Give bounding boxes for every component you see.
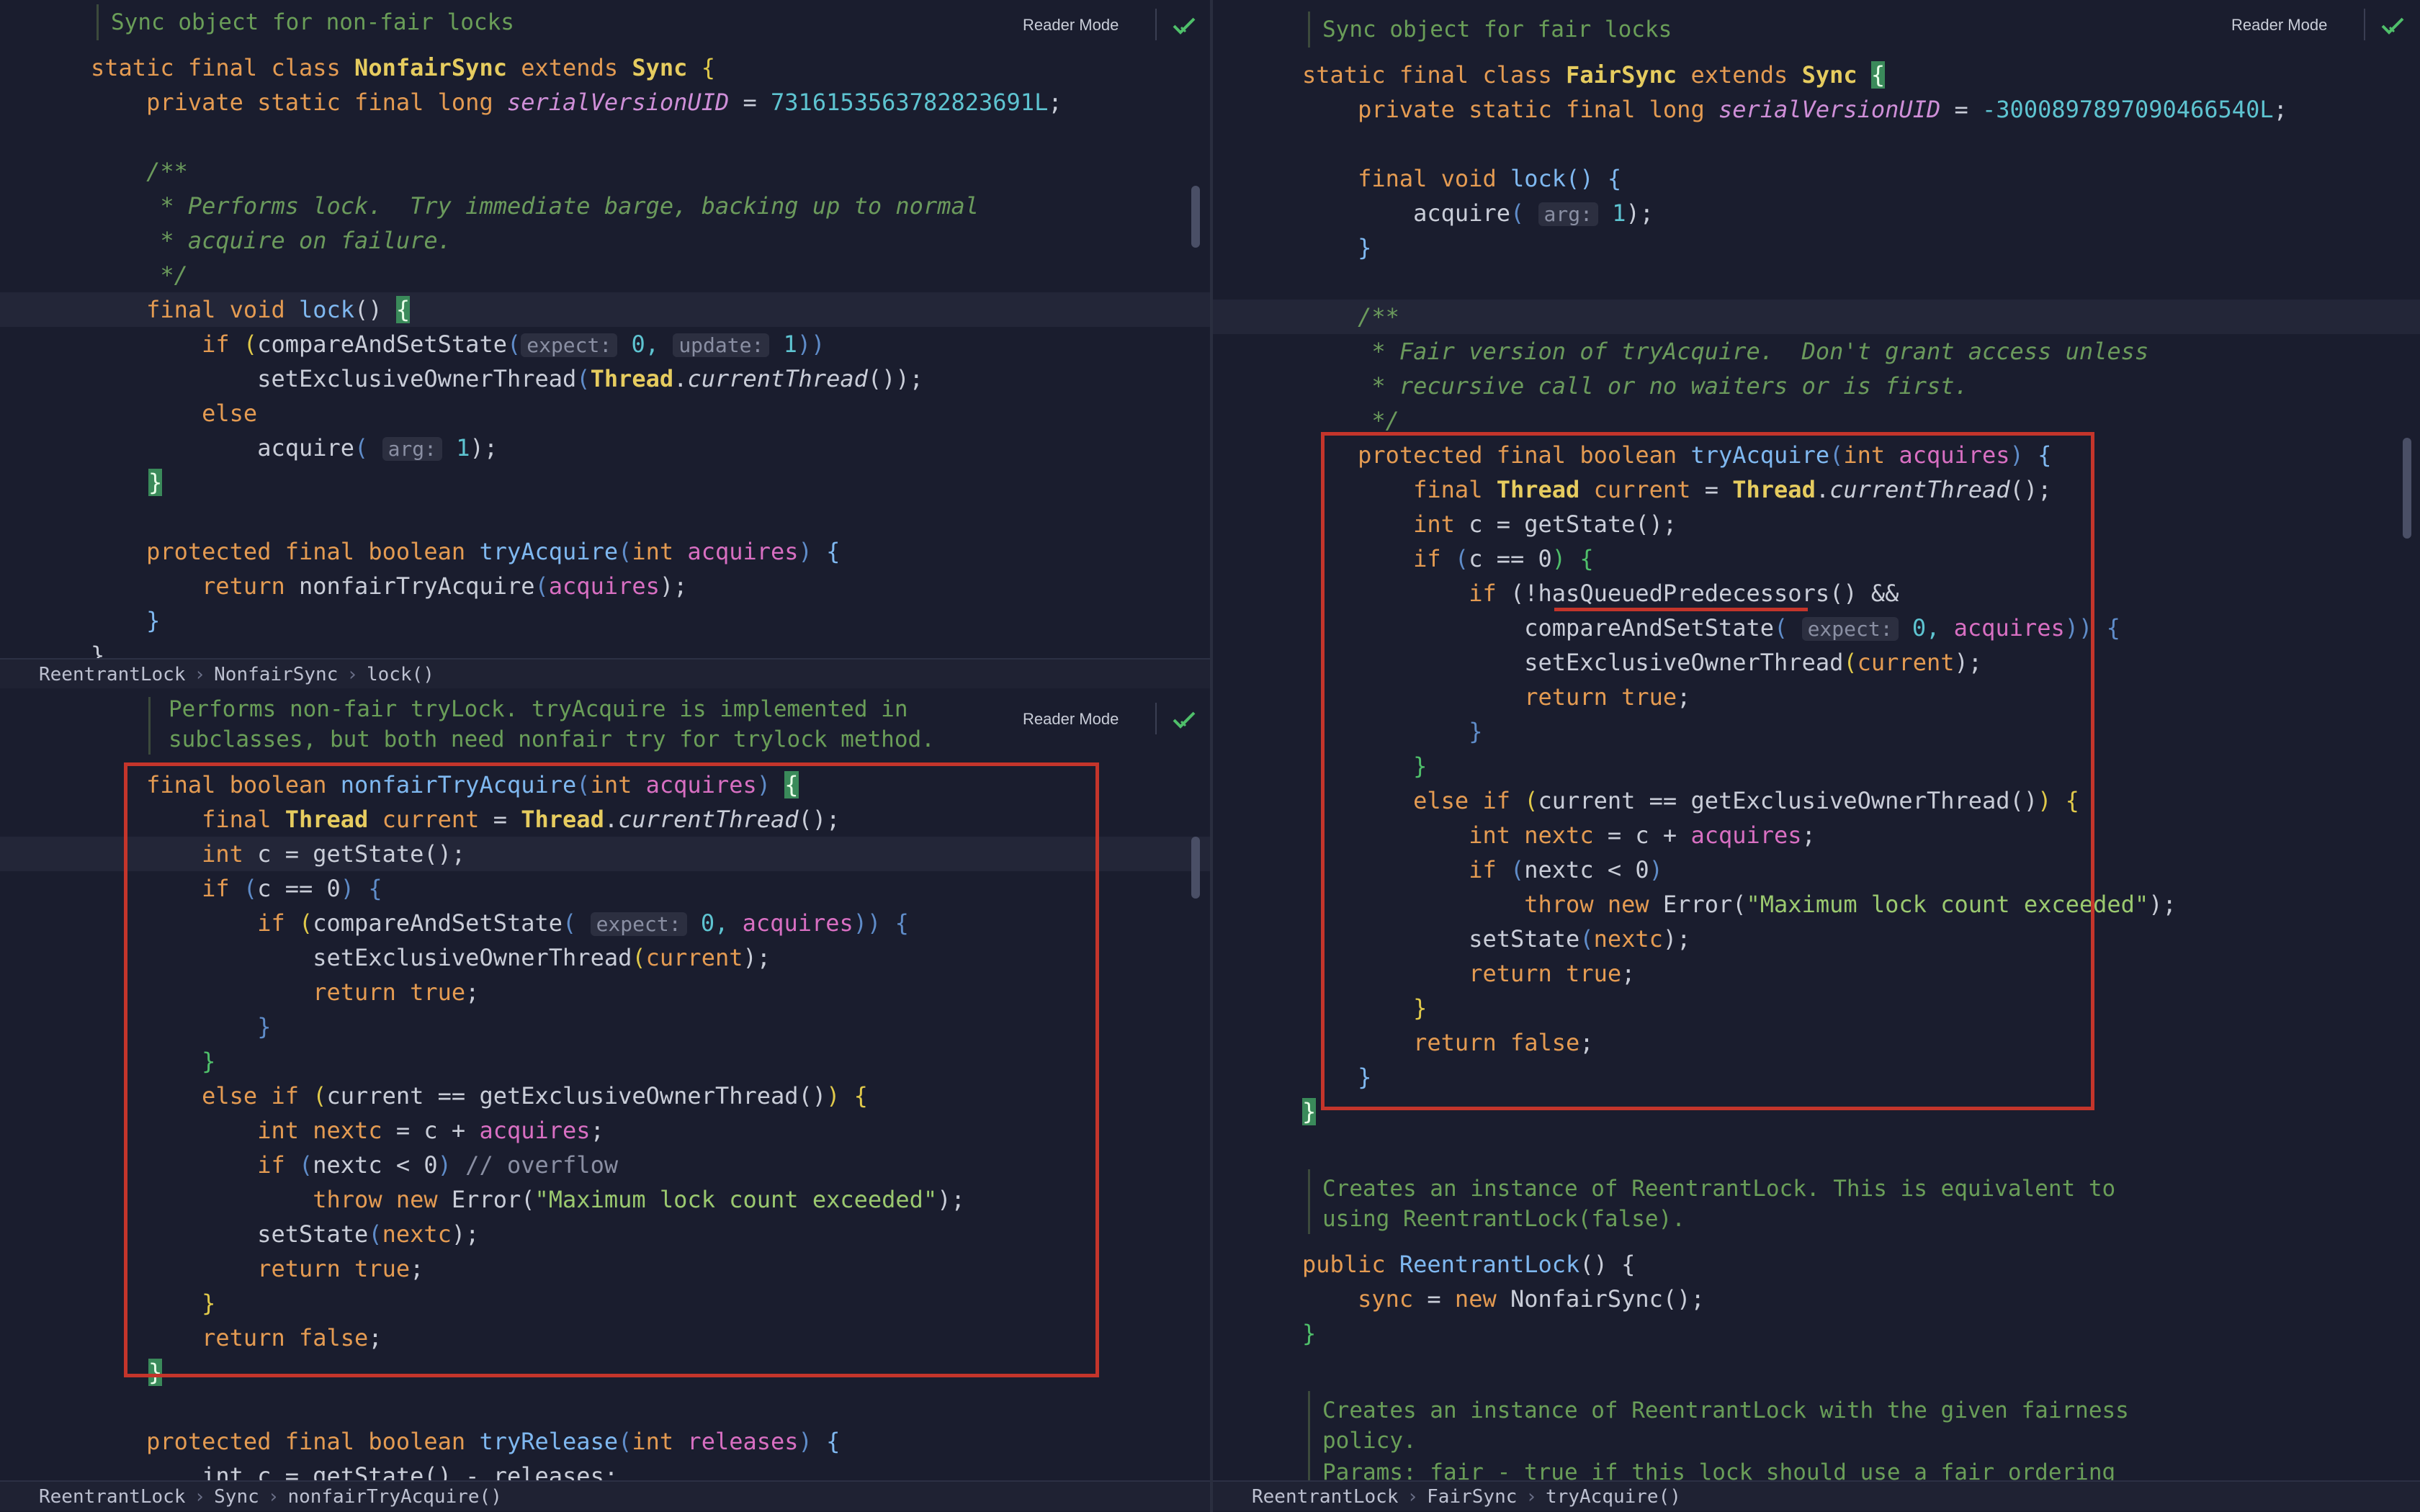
code-line: private static final long serialVersionU… — [1302, 96, 2287, 123]
javadoc-line: * Fair version of tryAcquire. Don't gran… — [1302, 338, 2149, 365]
highlight-box-fair-try-acquire — [1321, 432, 2094, 1110]
code-line: } — [1302, 1098, 1317, 1125]
check-icon[interactable] — [1170, 12, 1198, 40]
code-line: } — [1302, 1320, 1317, 1347]
code-line: sync = new NonfairSync(); — [1358, 1285, 1705, 1313]
code-line: setExclusiveOwnerThread(Thread.currentTh… — [257, 365, 923, 392]
code-line: protected final boolean tryRelease(int r… — [91, 1428, 841, 1455]
code-line: public ReentrantLock() { — [1302, 1251, 1636, 1278]
doc-bar — [1308, 1169, 1310, 1234]
javadoc-line: * acquire on failure. — [91, 227, 452, 254]
param-hint: arg: — [1538, 202, 1598, 226]
code-line: acquire( arg: 1); — [257, 434, 498, 462]
javadoc-line: * Performs lock. Try immediate barge, ba… — [91, 192, 979, 220]
breadcrumb-item[interactable]: FairSync — [1427, 1486, 1517, 1508]
check-icon[interactable] — [1170, 706, 1198, 734]
toolbar-divider — [1155, 703, 1157, 734]
breadcrumb-item[interactable]: lock() — [367, 664, 434, 685]
doc-comment-line: Performs non-fair tryLock. tryAcquire is… — [169, 696, 908, 722]
javadoc-line: /** — [1302, 303, 1399, 330]
toolbar-divider — [2364, 9, 2365, 40]
doc-comment-line: Creates an instance of ReentrantLock. Th… — [1322, 1176, 2116, 1202]
chevron-right-icon: › — [194, 664, 206, 685]
code-line: } — [91, 642, 105, 658]
code-line: return nonfairTryAcquire(acquires); — [91, 572, 688, 600]
param-hint: update: — [673, 333, 770, 357]
doc-comment-line: Creates an instance of ReentrantLock wit… — [1322, 1398, 2129, 1423]
reader-mode-button[interactable]: Reader Mode — [2231, 16, 2327, 35]
chevron-right-icon: › — [1407, 1486, 1419, 1508]
code-line: } — [148, 469, 163, 496]
breadcrumb: ReentrantLock › NonfairSync › lock() — [0, 658, 1210, 688]
code-line: } — [1302, 234, 1372, 261]
javadoc-line: */ — [91, 261, 188, 289]
code-line: acquire( arg: 1); — [1413, 199, 1654, 227]
scrollbar-thumb[interactable] — [1191, 837, 1200, 899]
doc-bar — [148, 697, 151, 755]
chevron-right-icon: › — [194, 1486, 206, 1508]
ide-window: Sync object for non-fair locks Reader Mo… — [0, 0, 2420, 1512]
doc-comment: Sync object for fair locks — [1322, 17, 1672, 42]
reader-mode-button[interactable]: Reader Mode — [1023, 16, 1119, 35]
chevron-right-icon: › — [1525, 1486, 1538, 1508]
code-line[interactable]: final void lock() { — [91, 292, 411, 327]
reader-mode-button[interactable]: Reader Mode — [1023, 710, 1119, 729]
javadoc-line: * recursive call or no waiters or is fir… — [1302, 372, 1968, 400]
javadoc-line: /** — [91, 158, 188, 185]
param-hint: arg: — [382, 437, 443, 461]
breadcrumb: ReentrantLock › Sync › nonfairTryAcquire() — [0, 1480, 1210, 1511]
highlight-box-nonfair-try-acquire — [124, 762, 1099, 1377]
doc-comment-line: subclasses, but both need nonfair try fo… — [169, 726, 935, 752]
code-line: private static final long serialVersionU… — [91, 89, 1062, 116]
breadcrumb-item[interactable]: ReentrantLock — [39, 1486, 186, 1508]
code-line: static final class FairSync extends Sync… — [1302, 61, 1886, 89]
doc-comment: Sync object for non-fair locks — [111, 9, 514, 35]
param-hint: expect: — [521, 333, 618, 357]
chevron-right-icon: › — [346, 664, 358, 685]
breadcrumb-item[interactable]: ReentrantLock — [39, 664, 186, 685]
editor-pane-fair-sync[interactable]: Sync object for fair locks Reader Mode s… — [1213, 0, 2420, 1480]
breadcrumb-item[interactable]: NonfairSync — [214, 664, 338, 685]
doc-comment-line: using ReentrantLock(false). — [1322, 1206, 1685, 1232]
breadcrumb-item[interactable]: Sync — [214, 1486, 259, 1508]
code-line: } — [91, 607, 161, 634]
doc-comment-line: policy. — [1322, 1428, 1417, 1454]
scrollbar-thumb[interactable] — [1191, 186, 1200, 248]
code-line: protected final boolean tryAcquire(int a… — [91, 538, 841, 565]
doc-bar — [97, 4, 99, 40]
code-line: static final class NonfairSync extends S… — [91, 54, 715, 81]
code-line: else — [91, 400, 258, 427]
toolbar-divider — [1155, 9, 1157, 40]
doc-bar — [1308, 12, 1310, 48]
code-line: int c = getState() - releases; — [91, 1462, 619, 1480]
editor-pane-nonfair-sync[interactable]: Sync object for non-fair locks Reader Mo… — [0, 0, 1210, 658]
breadcrumb-item[interactable]: nonfairTryAcquire() — [287, 1486, 501, 1508]
code-line: if (compareAndSetState(expect: 0, update… — [91, 330, 825, 358]
chevron-right-icon: › — [267, 1486, 279, 1508]
scrollbar-thumb[interactable] — [2403, 438, 2411, 539]
doc-bar — [1308, 1391, 1310, 1480]
breadcrumb-item[interactable]: ReentrantLock — [1252, 1486, 1399, 1508]
breadcrumb-item[interactable]: tryAcquire() — [1546, 1486, 1681, 1508]
check-icon[interactable] — [2378, 12, 2407, 40]
editor-pane-nonfair-try-acquire[interactable]: Performs non-fair tryLock. tryAcquire is… — [0, 693, 1210, 1480]
breadcrumb: ReentrantLock › FairSync › tryAcquire() — [1213, 1480, 2420, 1511]
code-line: final void lock() { — [1302, 165, 1622, 192]
doc-comment-line: Params: fair - true if this lock should … — [1322, 1459, 2116, 1480]
